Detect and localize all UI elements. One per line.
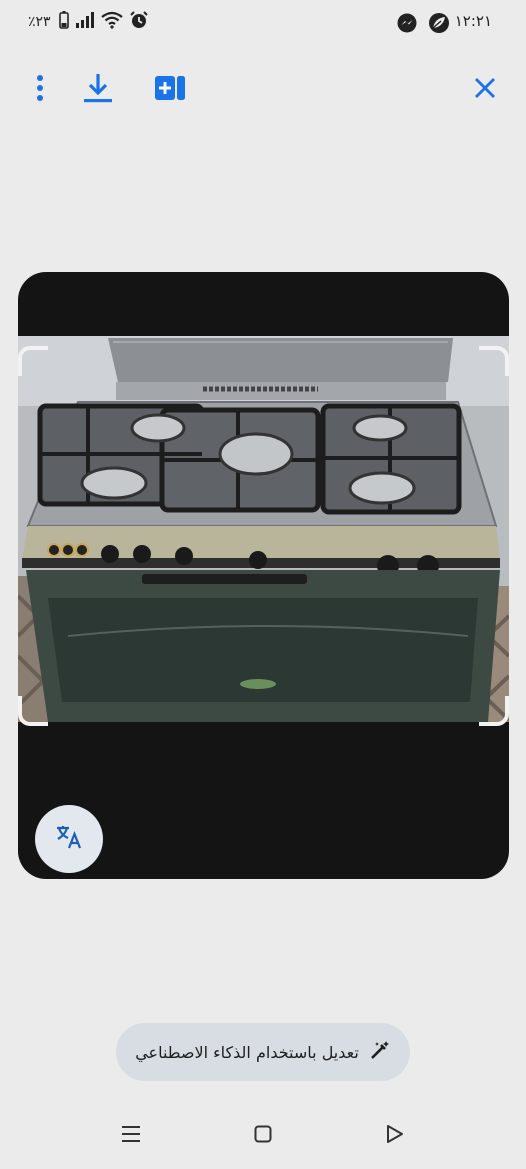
crop-corner-bottom-right[interactable] [479, 696, 509, 726]
add-to-album-icon [154, 74, 186, 106]
magic-pen-icon [369, 1039, 391, 1065]
recents-button[interactable] [113, 1118, 149, 1154]
back-triangle-icon [386, 1124, 404, 1148]
translate-button[interactable] [35, 805, 103, 873]
ai-edit-label: تعديل باستخدام الذكاء الاصطناعي [135, 1042, 359, 1062]
alarm-icon [129, 10, 149, 34]
status-time: ١٢:٢١ [454, 12, 492, 30]
menu-lines-icon [121, 1125, 141, 1147]
crop-corner-top-right[interactable] [479, 346, 509, 376]
download-button[interactable] [78, 70, 118, 110]
image-viewer[interactable] [18, 272, 509, 879]
battery-percent: ٪٢٣ [28, 14, 51, 30]
home-button[interactable] [245, 1118, 281, 1154]
leaf-app-icon [428, 12, 450, 34]
more-options-button[interactable] [20, 70, 60, 110]
system-nav-bar [0, 1104, 526, 1164]
wifi-icon [100, 11, 123, 33]
messenger-icon [396, 12, 418, 34]
add-to-album-button[interactable] [150, 70, 190, 110]
close-button[interactable] [465, 70, 505, 110]
download-icon [83, 72, 113, 108]
status-left-group: ٪٢٣ [28, 10, 149, 34]
stove-photo [18, 336, 509, 722]
signal-icon [75, 12, 95, 32]
home-square-icon [254, 1125, 272, 1147]
crop-corner-top-left[interactable] [18, 346, 48, 376]
status-bar: ٪٢٣ ١٢:٢١ [0, 0, 526, 46]
crop-corner-bottom-left[interactable] [18, 696, 48, 726]
back-button[interactable] [377, 1118, 413, 1154]
ai-edit-button[interactable]: تعديل باستخدام الذكاء الاصطناعي [116, 1023, 410, 1081]
close-icon [473, 76, 497, 104]
battery-icon [58, 11, 69, 33]
translate-icon [55, 824, 83, 854]
viewer-toolbar [0, 60, 526, 120]
more-vert-icon [36, 74, 44, 106]
